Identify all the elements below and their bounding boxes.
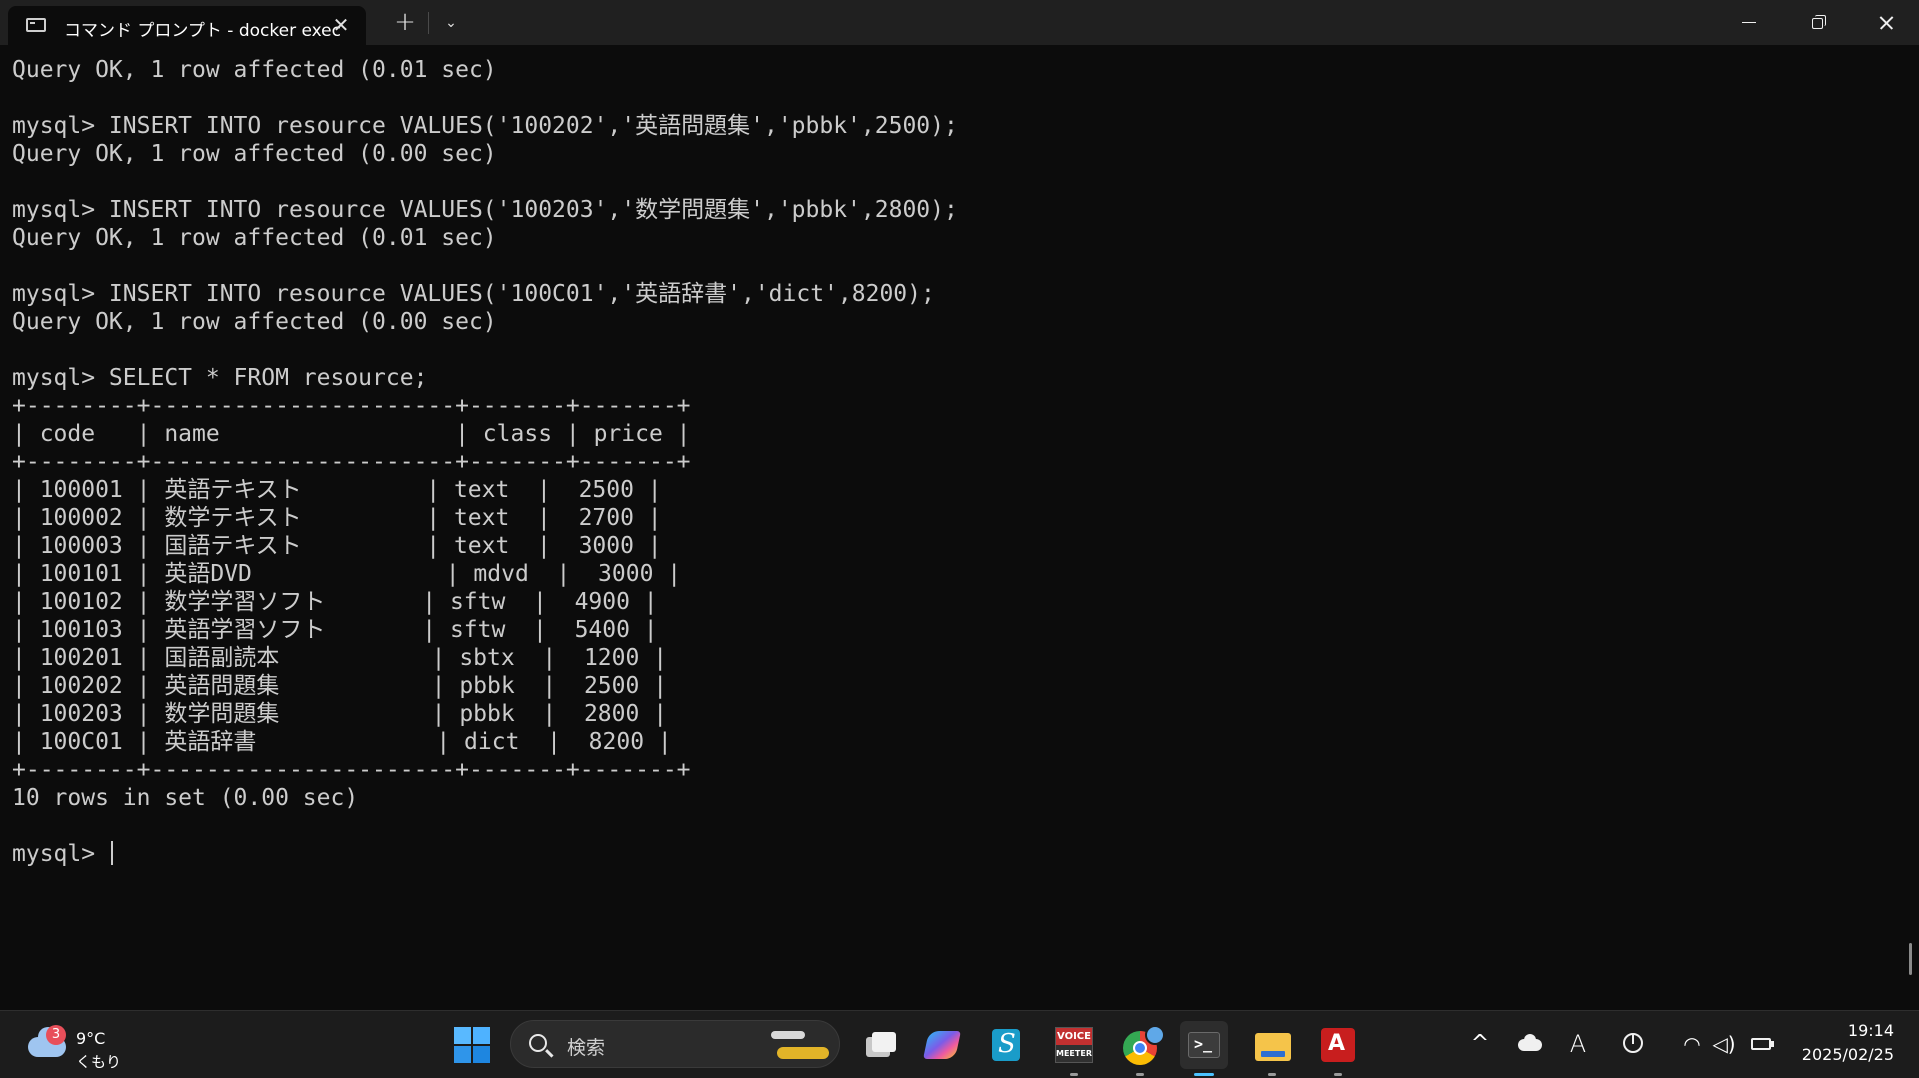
terminal-line: Query OK, 1 row affected (0.00 sec): [12, 309, 497, 335]
running-indicator: [1268, 1073, 1276, 1076]
terminal-line: mysql> INSERT INTO resource VALUES('1002…: [12, 197, 958, 223]
profile-avatar-icon: [1145, 1025, 1165, 1045]
terminal-line: Query OK, 1 row affected (0.00 sec): [12, 141, 497, 167]
weather-condition: くもり: [76, 1053, 122, 1071]
copilot-icon[interactable]: [918, 1021, 966, 1069]
terminal-line: | 100203 | 数学問題集 | pbbk | 2800 |: [12, 701, 668, 727]
tab-dropdown-button[interactable]: ⌄: [436, 8, 466, 38]
terminal-line: mysql> INSERT INTO resource VALUES('1002…: [12, 113, 958, 139]
wifi-icon[interactable]: ◠: [1678, 1029, 1706, 1059]
tab-command-prompt[interactable]: コマンド プロンプト - docker exec ✕: [8, 6, 366, 45]
terminal-line: +--------+----------------------+-------…: [12, 757, 691, 783]
terminal-line: | 100C01 | 英語辞書 | dict | 8200 |: [12, 729, 672, 755]
search-placeholder: 検索: [567, 1037, 606, 1059]
search-icon: [529, 1034, 547, 1052]
show-hidden-icons-chevron-icon[interactable]: ^: [1466, 1029, 1494, 1059]
running-indicator: [1136, 1073, 1144, 1076]
new-tab-button[interactable]: +: [390, 8, 420, 38]
acrobat-icon[interactable]: A: [1314, 1021, 1362, 1076]
terminal-icon: [26, 18, 46, 32]
sticky-app-icon[interactable]: S: [982, 1021, 1030, 1069]
running-indicator: [1070, 1073, 1078, 1076]
terminal-line: | 100201 | 国語副読本 | sbtx | 1200 |: [12, 645, 668, 671]
terminal-line: | 100103 | 英語学習ソフト | sftw | 5400 |: [12, 617, 658, 643]
terminal-line: | 100102 | 数学学習ソフト | sftw | 4900 |: [12, 589, 658, 615]
restore-button[interactable]: [1782, 0, 1850, 45]
task-view-icon[interactable]: [854, 1021, 902, 1069]
tab-divider: [428, 12, 429, 34]
tab-title: コマンド プロンプト - docker exec: [64, 21, 341, 41]
voicemeeter-icon[interactable]: VOICE MEETER: [1050, 1021, 1098, 1076]
weather-temperature: 9°C: [76, 1029, 106, 1048]
title-bar: コマンド プロンプト - docker exec ✕ + ⌄: [0, 0, 1919, 45]
windows-logo-icon: [454, 1027, 490, 1063]
battery-icon[interactable]: [1748, 1029, 1776, 1059]
terminal-area[interactable]: Query OK, 1 row affected (0.01 sec) mysq…: [0, 45, 1919, 1010]
text-cursor: [110, 841, 113, 865]
power-status-icon[interactable]: [1620, 1029, 1648, 1059]
terminal-line: mysql> INSERT INTO resource VALUES('100C…: [12, 281, 935, 307]
search-highlight-image[interactable]: [767, 1027, 833, 1063]
start-button[interactable]: [448, 1021, 496, 1069]
scrollbar-thumb[interactable]: [1909, 943, 1912, 975]
taskbar-search[interactable]: 検索: [510, 1020, 840, 1068]
onedrive-icon[interactable]: [1516, 1029, 1544, 1059]
chrome-icon[interactable]: [1116, 1021, 1165, 1076]
volume-icon[interactable]: ◁): [1710, 1029, 1738, 1059]
tab-close-button[interactable]: ✕: [328, 12, 354, 38]
active-indicator: [1194, 1073, 1214, 1076]
terminal-line: mysql> SELECT * FROM resource;: [12, 365, 428, 391]
terminal-line: | 100003 | 国語テキスト | text | 3000 |: [12, 533, 662, 559]
clock-time[interactable]: 19:14: [1820, 1021, 1894, 1040]
terminal-line: | 100002 | 数学テキスト | text | 2700 |: [12, 505, 662, 531]
terminal-line: Query OK, 1 row affected (0.01 sec): [12, 57, 497, 83]
clock-date[interactable]: 2025/02/25: [1790, 1045, 1894, 1064]
terminal-line: | 100001 | 英語テキスト | text | 2500 |: [12, 477, 662, 503]
terminal-output: Query OK, 1 row affected (0.01 sec) mysq…: [12, 56, 958, 868]
ime-mode-icon[interactable]: A: [1564, 1029, 1592, 1059]
terminal-line: Query OK, 1 row affected (0.01 sec): [12, 225, 497, 251]
running-indicator: [1334, 1073, 1342, 1076]
mysql-prompt: mysql>: [12, 841, 109, 867]
terminal-line: +--------+----------------------+-------…: [12, 393, 691, 419]
terminal-line: 10 rows in set (0.00 sec): [12, 785, 359, 811]
terminal-line: +--------+----------------------+-------…: [12, 449, 691, 475]
terminal-line: | code | name | class | price |: [12, 421, 691, 447]
terminal-line: | 100202 | 英語問題集 | pbbk | 2500 |: [12, 673, 668, 699]
minimize-button[interactable]: [1714, 0, 1782, 45]
terminal-app-icon[interactable]: >_: [1180, 1021, 1228, 1076]
file-explorer-icon[interactable]: [1248, 1021, 1296, 1076]
terminal-line: | 100101 | 英語DVD | mdvd | 3000 |: [12, 561, 682, 587]
weather-widget[interactable]: 3 9°C くもり: [26, 1019, 136, 1071]
weather-badge: 3: [46, 1025, 66, 1045]
close-window-button[interactable]: [1851, 0, 1919, 45]
taskbar: 3 9°C くもり 検索 S VOICE MEETER >_ A ^ A ◠ ◁…: [0, 1010, 1919, 1078]
